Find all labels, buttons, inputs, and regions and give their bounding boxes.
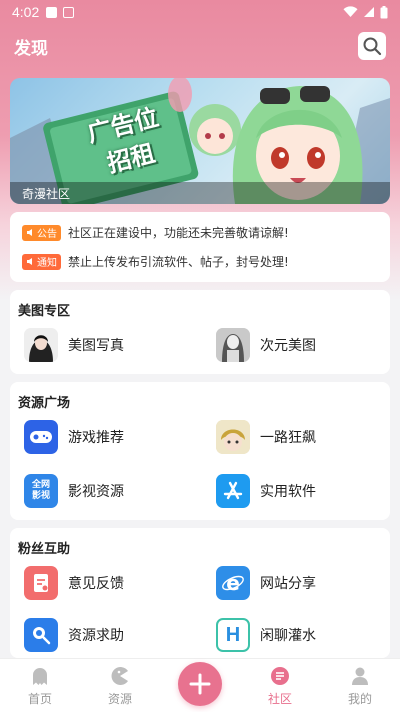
- notification-text: 禁止上传发布引流软件、帖子，封号处理!: [68, 255, 289, 269]
- notice-card: 公告 社区正在建设中，功能还未完善敬请谅解! 通知 禁止上传发布引流软件、帖子，…: [10, 212, 390, 282]
- anime-avatar-icon: [216, 420, 250, 454]
- publish-button[interactable]: [178, 662, 222, 706]
- page-title: 发现: [14, 38, 48, 59]
- item-label: 资源求助: [68, 628, 124, 644]
- utility-software-item[interactable]: 实用软件: [216, 474, 316, 508]
- banner-caption: 奇漫社区: [10, 182, 390, 204]
- status-bar: 4:02: [0, 0, 400, 24]
- app-header: 发现: [0, 28, 400, 64]
- video-badge-icon: 全网 影视: [24, 474, 58, 508]
- search-icon: [363, 37, 382, 56]
- feedback-icon: [24, 566, 58, 600]
- ghost-icon: [29, 665, 51, 687]
- announcement-badge-label: 公告: [37, 229, 57, 240]
- notification-badge: 通知: [22, 253, 61, 270]
- section-title: 美图专区: [18, 304, 71, 319]
- item-label: 网站分享: [260, 576, 316, 592]
- chat-h-icon: H: [216, 618, 250, 652]
- browser-e-icon: e: [216, 566, 250, 600]
- item-label: 意见反馈: [68, 576, 124, 592]
- item-label: 游戏推荐: [68, 430, 124, 446]
- section-title: 粉丝互助: [18, 542, 71, 557]
- portrait-photo-icon: [24, 328, 58, 362]
- person-icon: [349, 665, 371, 687]
- status-time: 4:02: [12, 4, 40, 20]
- anime-art-item[interactable]: 次元美图: [216, 328, 316, 362]
- notification-icon: [46, 6, 58, 18]
- nav-profile[interactable]: 我的: [320, 659, 400, 712]
- notification-badge-label: 通知: [37, 258, 57, 269]
- notice-row[interactable]: 公告 社区正在建设中，功能还未完善敬请谅解!: [22, 218, 378, 247]
- section-title: 资源广场: [18, 396, 71, 411]
- resource-help-item[interactable]: 资源求助: [24, 618, 124, 652]
- item-label: 一路狂飙: [260, 430, 316, 446]
- community-icon: [269, 665, 291, 687]
- game-recommend-item[interactable]: 游戏推荐: [24, 420, 124, 454]
- search-button[interactable]: [358, 32, 386, 60]
- video-icon-text-2: 影视: [31, 491, 50, 501]
- resources-section: 资源广场 游戏推荐 一路狂飙 全网 影视 影视资源 实用软件: [10, 382, 390, 520]
- meitu-photo-item[interactable]: 美图写真: [24, 328, 124, 362]
- nav-resources[interactable]: 资源: [80, 659, 160, 712]
- plus-icon: [189, 673, 211, 695]
- signal-icon: [364, 7, 374, 17]
- item-label: 影视资源: [68, 484, 124, 500]
- nav-label: 首页: [27, 692, 52, 706]
- speaker-icon: [27, 258, 32, 265]
- pacman-icon: [109, 665, 131, 687]
- video-icon-text-1: 全网: [31, 480, 50, 490]
- app-notification-icon: [63, 6, 75, 18]
- nav-label: 资源: [107, 692, 132, 706]
- gamepad-icon: [24, 420, 58, 454]
- speaker-icon: [27, 229, 32, 236]
- meitu-section: 美图专区 美图写真 次元美图: [10, 290, 390, 374]
- video-resource-item[interactable]: 全网 影视 影视资源: [24, 474, 124, 508]
- feedback-item[interactable]: 意见反馈: [24, 566, 124, 600]
- announcement-text: 社区正在建设中，功能还未完善敬请谅解!: [68, 226, 289, 240]
- site-share-item[interactable]: e 网站分享: [216, 566, 316, 600]
- item-label: 次元美图: [260, 338, 316, 354]
- anime-avatar-item[interactable]: 一路狂飙: [216, 420, 316, 454]
- item-label: 实用软件: [260, 484, 316, 500]
- chat-item[interactable]: H 闲聊灌水: [216, 618, 316, 652]
- nav-community[interactable]: 社区: [240, 659, 320, 712]
- wifi-icon: [343, 6, 358, 17]
- announcement-badge: 公告: [22, 224, 61, 241]
- nav-home[interactable]: 首页: [0, 659, 80, 712]
- item-label: 美图写真: [68, 338, 124, 354]
- search-help-icon: [24, 618, 58, 652]
- anime-art-icon: [216, 328, 250, 362]
- battery-icon: [380, 5, 388, 18]
- nav-label: 社区: [267, 692, 292, 706]
- ad-banner[interactable]: 广告位 招租 奇漫社区: [10, 78, 390, 204]
- fans-section: 粉丝互助 意见反馈 e 网站分享 资源求助 H 闲聊灌水: [10, 528, 390, 658]
- notice-row[interactable]: 通知 禁止上传发布引流软件、帖子，封号处理!: [22, 247, 378, 276]
- svg-text:e: e: [226, 571, 240, 595]
- app-store-icon: [216, 474, 250, 508]
- nav-label: 我的: [347, 692, 372, 706]
- item-label: 闲聊灌水: [260, 628, 316, 644]
